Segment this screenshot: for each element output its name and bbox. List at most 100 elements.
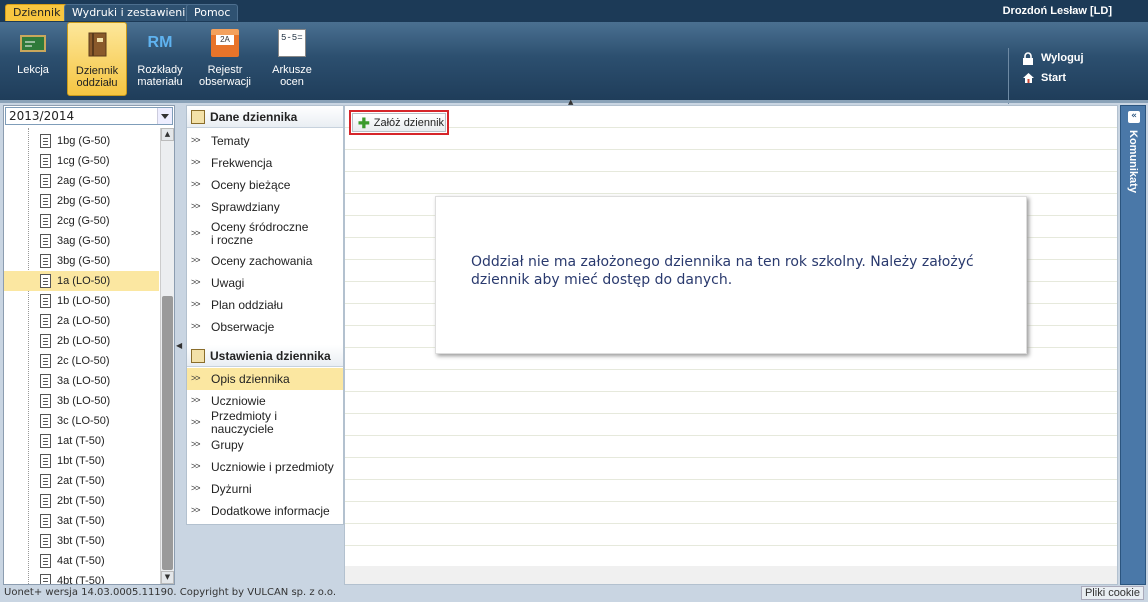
account-links: Wyloguj Start — [1008, 48, 1084, 104]
double-chevron-icon: >> — [191, 157, 200, 167]
rozklady-materialu-button[interactable]: RM Rozkłady materiału — [133, 22, 187, 96]
menu-item-label: Dodatkowe informacje — [211, 503, 330, 518]
document-icon — [40, 134, 51, 148]
document-icon — [40, 394, 51, 408]
class-item[interactable]: 3a (LO-50) — [4, 371, 159, 391]
class-item[interactable]: 1at (T-50) — [4, 431, 159, 451]
class-item[interactable]: 2a (LO-50) — [4, 311, 159, 331]
menu-item[interactable]: >> Przedmioty i nauczyciele — [187, 410, 343, 436]
class-item[interactable]: 3bt (T-50) — [4, 531, 159, 551]
lekcja-button[interactable]: Lekcja — [6, 22, 60, 96]
document-icon — [40, 554, 51, 568]
class-item[interactable]: 3ag (G-50) — [4, 231, 159, 251]
tab-pomoc[interactable]: Pomoc — [186, 4, 239, 21]
document-icon — [40, 174, 51, 188]
class-item[interactable]: 1cg (G-50) — [4, 151, 159, 171]
year-select[interactable]: 2013/2014 — [5, 107, 173, 125]
menu-item[interactable]: >> Dyżurni — [187, 478, 343, 500]
double-chevron-icon: >> — [191, 179, 200, 189]
class-label: 1b (LO-50) — [57, 295, 111, 307]
menu-item-label: Oceny zachowania — [211, 253, 313, 268]
menu-item[interactable]: >> Opis dziennika — [187, 368, 343, 390]
menu-item[interactable]: >> Oceny bieżące — [187, 174, 343, 196]
menu-item[interactable]: >> Dodatkowe informacje — [187, 500, 343, 522]
menu-item[interactable]: >> Plan oddziału — [187, 294, 343, 316]
class-item[interactable]: 2ag (G-50) — [4, 171, 159, 191]
double-chevron-icon: >> — [191, 299, 200, 309]
document-icon — [40, 154, 51, 168]
double-chevron-icon: >> — [191, 439, 200, 449]
messages-label: Komunikaty — [1127, 130, 1139, 193]
menu-item[interactable]: >> Sprawdziany — [187, 196, 343, 218]
double-chevron-icon: >> — [191, 483, 200, 493]
create-journal-button[interactable]: ✚ Załóż dziennik — [349, 110, 449, 135]
panel-splitter[interactable]: ◀ — [175, 105, 184, 585]
menu-item[interactable]: >> Oceny śródroczne i roczne — [187, 218, 343, 250]
class-label: 1bt (T-50) — [57, 455, 105, 467]
class-item[interactable]: 1bg (G-50) — [4, 131, 159, 151]
class-item[interactable]: 3bg (G-50) — [4, 251, 159, 271]
document-icon — [40, 194, 51, 208]
document-icon — [40, 514, 51, 528]
document-icon — [40, 254, 51, 268]
folder-label: 2A — [216, 35, 234, 45]
class-item[interactable]: 1b (LO-50) — [4, 291, 159, 311]
class-item[interactable]: 2at (T-50) — [4, 471, 159, 491]
messages-panel[interactable]: « Komunikaty — [1120, 105, 1146, 585]
class-item[interactable]: 4bt (T-50) — [4, 571, 159, 584]
document-icon — [40, 494, 51, 508]
section-ustawienia-dziennika: Ustawienia dziennika — [187, 345, 343, 367]
class-item[interactable]: 2b (LO-50) — [4, 331, 159, 351]
class-item[interactable]: 2bg (G-50) — [4, 191, 159, 211]
rm-icon: RM — [147, 34, 173, 51]
scroll-up-icon[interactable]: ▲ — [161, 128, 174, 141]
menu-item-label: Oceny bieżące — [211, 177, 291, 192]
class-tree: 1bg (G-50) 1cg (G-50) 2ag (G-50) 2bg (G-50)… — [4, 128, 159, 584]
class-item[interactable]: 3at (T-50) — [4, 511, 159, 531]
rejestr-obserwacji-label: Rejestr obserwacji — [199, 64, 251, 88]
scroll-down-icon[interactable]: ▼ — [161, 571, 174, 584]
menu-item[interactable]: >> Tematy — [187, 130, 343, 152]
class-item[interactable]: 3b (LO-50) — [4, 391, 159, 411]
document-icon — [40, 234, 51, 248]
menu-item[interactable]: >> Frekwencja — [187, 152, 343, 174]
document-icon — [40, 414, 51, 428]
scrollbar-thumb[interactable] — [162, 296, 173, 570]
journal-menu: Dane dziennika >> Tematy >> Frekwencja >> Oce… — [186, 105, 344, 525]
section-ustawienia-title: Ustawienia dziennika — [210, 348, 331, 363]
home-icon — [1021, 71, 1035, 85]
class-item[interactable]: 3c (LO-50) — [4, 411, 159, 431]
arkusze-ocen-button[interactable]: 5-5= Arkusze ocen — [264, 22, 320, 96]
cookies-link[interactable]: Pliki cookie — [1080, 586, 1144, 600]
tree-scrollbar[interactable]: ▲ ▼ — [160, 128, 174, 584]
rejestr-obserwacji-button[interactable]: 2A Rejestr obserwacji — [194, 22, 256, 96]
document-icon — [40, 374, 51, 388]
expand-left-icon[interactable]: « — [1128, 111, 1140, 123]
menu-item[interactable]: >> Uwagi — [187, 272, 343, 294]
tab-dziennik[interactable]: Dziennik — [5, 4, 69, 21]
menu-item-label: Oceny śródroczne i roczne — [211, 220, 309, 247]
chevron-down-icon[interactable] — [157, 108, 172, 124]
class-label: 3a (LO-50) — [57, 375, 111, 387]
menu-item[interactable]: >> Grupy — [187, 434, 343, 456]
class-item[interactable]: 1a (LO-50) — [4, 271, 159, 291]
dziennik-oddzialu-button[interactable]: Dziennik oddziału — [67, 22, 127, 96]
logout-link[interactable]: Wyloguj — [1021, 48, 1084, 68]
double-chevron-icon: >> — [191, 201, 200, 211]
class-item[interactable]: 2c (LO-50) — [4, 351, 159, 371]
document-icon — [40, 294, 51, 308]
menu-item[interactable]: >> Obserwacje — [187, 316, 343, 338]
class-item[interactable]: 4at (T-50) — [4, 551, 159, 571]
tab-wydruki[interactable]: Wydruki i zestawienia — [64, 4, 201, 21]
start-link[interactable]: Start — [1021, 68, 1084, 88]
class-label: 1cg (G-50) — [57, 155, 110, 167]
menu-item[interactable]: >> Oceny zachowania — [187, 250, 343, 272]
class-item[interactable]: 2cg (G-50) — [4, 211, 159, 231]
menu-item-label: Plan oddziału — [211, 297, 284, 312]
collapse-left-icon[interactable]: ◀ — [176, 341, 182, 350]
class-item[interactable]: 2bt (T-50) — [4, 491, 159, 511]
class-item[interactable]: 1bt (T-50) — [4, 451, 159, 471]
class-label: 2bt (T-50) — [57, 495, 105, 507]
double-chevron-icon: >> — [191, 505, 200, 515]
menu-item[interactable]: >> Uczniowie i przedmioty — [187, 456, 343, 478]
